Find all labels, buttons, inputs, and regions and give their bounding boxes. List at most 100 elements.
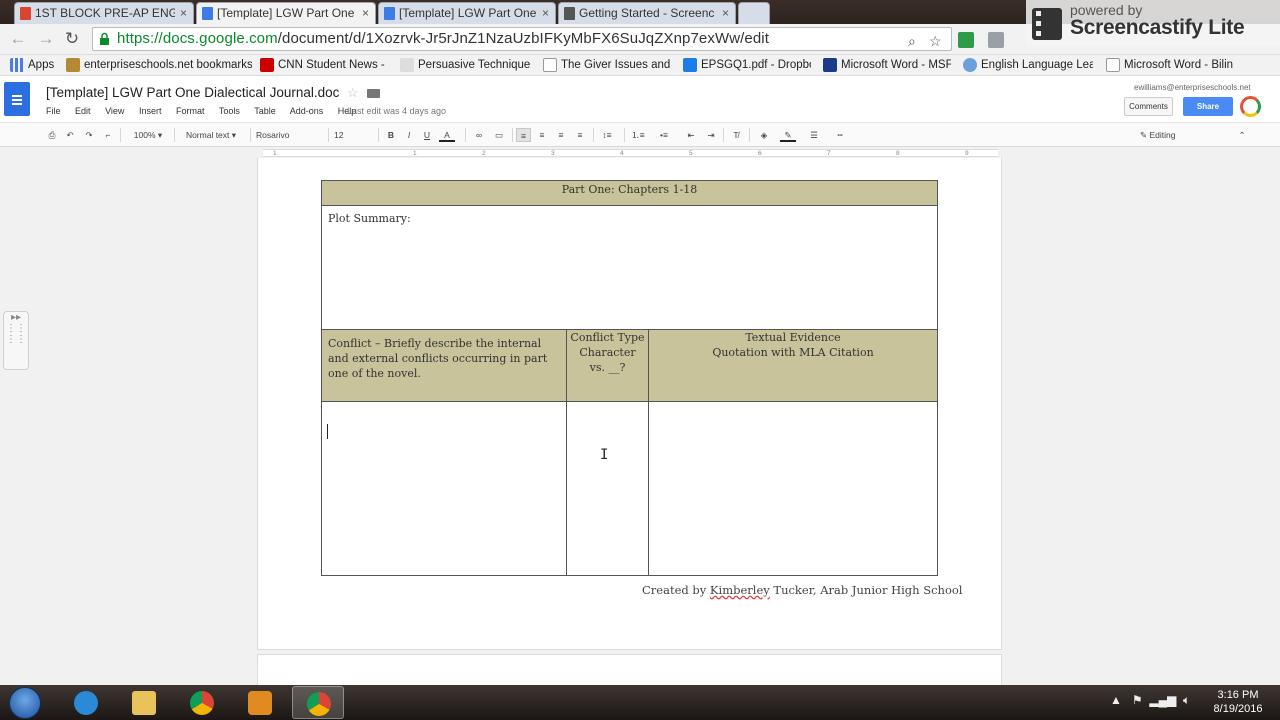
close-tab-icon[interactable]: × bbox=[362, 3, 369, 23]
forward-icon[interactable]: → bbox=[36, 29, 56, 49]
close-tab-icon[interactable]: × bbox=[180, 3, 187, 23]
menu-file[interactable]: File bbox=[46, 106, 61, 116]
collapse-menu-icon[interactable]: ⌃ bbox=[1236, 128, 1248, 142]
link-icon[interactable]: ∞ bbox=[472, 128, 486, 142]
menu-add-ons[interactable]: Add-ons bbox=[290, 106, 324, 116]
clear-formatting-icon[interactable]: T̸ bbox=[729, 128, 743, 142]
menu-table[interactable]: Table bbox=[254, 106, 276, 116]
comment-icon[interactable]: ▭ bbox=[492, 128, 506, 142]
flag-icon[interactable]: ⚑ bbox=[1132, 693, 1143, 707]
notifications-icon[interactable] bbox=[1240, 96, 1261, 117]
star-icon[interactable]: ☆ bbox=[347, 85, 359, 101]
underline-icon[interactable]: U bbox=[421, 128, 433, 142]
align-left-icon[interactable]: ≡ bbox=[516, 128, 531, 142]
browser-tab[interactable]: [Template] LGW Part One × bbox=[378, 2, 556, 24]
start-button-icon[interactable] bbox=[9, 687, 41, 719]
last-edit-status[interactable]: Last edit was 4 days ago bbox=[347, 106, 446, 116]
bold-icon[interactable]: B bbox=[385, 128, 397, 142]
bookmark-item[interactable]: The Giver Issues and T bbox=[543, 58, 671, 73]
taskbar-chrome[interactable] bbox=[176, 686, 228, 719]
show-hidden-icons-icon[interactable]: ▲ bbox=[1110, 693, 1122, 707]
text-color-icon[interactable]: A bbox=[439, 128, 455, 142]
document-page[interactable] bbox=[258, 655, 1001, 685]
style-select[interactable]: Normal text ▾ bbox=[180, 128, 242, 142]
extension-icon[interactable] bbox=[988, 32, 1004, 48]
conflict-type-header-cell[interactable]: Conflict Type Character vs. __? bbox=[566, 329, 649, 402]
bookmark-item[interactable]: Microsoft Word - Bilin bbox=[1106, 58, 1236, 73]
editing-mode-select[interactable]: ✎ Editing bbox=[1140, 128, 1222, 142]
browser-tab-active[interactable]: [Template] LGW Part One × bbox=[196, 2, 376, 24]
bookmark-star-icon[interactable]: ☆ bbox=[929, 33, 942, 50]
conflict-header-cell[interactable]: Conflict – Briefly describe the internal… bbox=[321, 329, 567, 402]
back-icon[interactable]: ← bbox=[8, 29, 28, 49]
evidence-header-cell[interactable]: Textual Evidence Quotation with MLA Cita… bbox=[648, 329, 938, 402]
evidence-entry-cell[interactable] bbox=[648, 401, 938, 576]
network-icon[interactable]: ▂▄▆ bbox=[1149, 693, 1176, 707]
bookmark-folder[interactable]: enterpriseschools.net bookmarks bbox=[66, 58, 252, 73]
paint-format-icon[interactable]: ⌐ bbox=[102, 128, 114, 142]
share-button[interactable]: Share bbox=[1183, 97, 1233, 116]
font-size-select[interactable]: 12 bbox=[334, 128, 370, 142]
menu-insert[interactable]: Insert bbox=[139, 106, 162, 116]
redo-icon[interactable]: ↷ bbox=[83, 128, 95, 142]
menu-format[interactable]: Format bbox=[176, 106, 205, 116]
document-page[interactable]: Part One: Chapters 1-18 Plot Summary: Co… bbox=[258, 158, 1001, 649]
ruler[interactable]: 1 1 2 3 4 5 6 7 8 9 bbox=[0, 147, 1280, 158]
globe-icon bbox=[963, 58, 977, 72]
document-title[interactable]: [Template] LGW Part One Dialectical Jour… bbox=[46, 85, 339, 100]
border-width-icon[interactable]: ☰ bbox=[806, 128, 822, 142]
browser-tab[interactable]: Getting Started - Screenc × bbox=[558, 2, 736, 24]
taskbar-ie[interactable] bbox=[60, 686, 112, 719]
bookmark-item[interactable]: Microsoft Word - MSF bbox=[823, 58, 951, 73]
align-justify-icon[interactable]: ≡ bbox=[573, 128, 587, 142]
bookmark-item[interactable]: CNN Student News - bbox=[260, 58, 388, 73]
bookmark-item[interactable]: English Language Lea bbox=[963, 58, 1093, 73]
plot-summary-cell[interactable]: Plot Summary: bbox=[321, 205, 938, 330]
classroom-extension-icon[interactable] bbox=[958, 32, 974, 48]
close-tab-icon[interactable]: × bbox=[542, 3, 549, 23]
taskbar-explorer[interactable] bbox=[118, 686, 170, 719]
table-title-cell[interactable]: Part One: Chapters 1-18 bbox=[321, 180, 938, 206]
new-tab-button[interactable] bbox=[738, 2, 770, 24]
reload-icon[interactable]: ↻ bbox=[62, 29, 82, 49]
close-tab-icon[interactable]: × bbox=[722, 3, 729, 23]
credit-line[interactable]: Created by Kimberley Tucker, Arab Junior… bbox=[642, 583, 962, 597]
account-email[interactable]: ewilliams@enterpriseschools.net bbox=[1134, 83, 1251, 92]
numbered-list-icon[interactable]: ⒈≡ bbox=[630, 128, 646, 142]
comments-button[interactable]: Comments bbox=[1124, 97, 1173, 116]
menu-tools[interactable]: Tools bbox=[219, 106, 240, 116]
border-color-icon[interactable]: ✎ bbox=[780, 128, 796, 142]
bulleted-list-icon[interactable]: •≡ bbox=[656, 128, 672, 142]
taskbar-chrome-active[interactable] bbox=[292, 686, 344, 719]
zoom-select[interactable]: 100% ▾ bbox=[128, 128, 168, 142]
undo-icon[interactable]: ↶ bbox=[64, 128, 76, 142]
print-icon[interactable]: ⎙ bbox=[46, 128, 58, 142]
menu-edit[interactable]: Edit bbox=[75, 106, 91, 116]
docs-icon bbox=[202, 7, 213, 20]
conflict-type-entry-cell[interactable] bbox=[566, 401, 649, 576]
line-spacing-icon[interactable]: ↕≡ bbox=[598, 128, 616, 142]
border-dash-icon[interactable]: ┅ bbox=[832, 128, 848, 142]
bookmark-apps[interactable]: Apps bbox=[10, 58, 58, 73]
docs-logo-icon[interactable] bbox=[4, 82, 30, 116]
bookmark-item[interactable]: EPSGQ1.pdf - Dropbo bbox=[683, 58, 811, 73]
misspelled-word[interactable]: Kimberley bbox=[710, 583, 770, 597]
conflict-entry-cell[interactable] bbox=[321, 401, 567, 576]
bookmark-item[interactable]: Persuasive Technique bbox=[400, 58, 530, 73]
sidebar-handle[interactable]: ▸▸ ⋮⋮ ⋮⋮ bbox=[3, 311, 29, 370]
taskbar-media[interactable] bbox=[234, 686, 286, 719]
menu-view[interactable]: View bbox=[105, 106, 124, 116]
decrease-indent-icon[interactable]: ⇤ bbox=[684, 128, 698, 142]
align-right-icon[interactable]: ≡ bbox=[554, 128, 568, 142]
volume-icon[interactable]: 🔈︎ bbox=[1183, 693, 1190, 707]
align-center-icon[interactable]: ≡ bbox=[535, 128, 549, 142]
address-bar[interactable]: https://docs.google.com/document/d/1Xozr… bbox=[92, 27, 952, 51]
italic-icon[interactable]: I bbox=[403, 128, 415, 142]
folder-icon[interactable] bbox=[367, 89, 380, 98]
taskbar-clock[interactable]: 3:16 PM 8/19/2016 bbox=[1203, 688, 1273, 716]
font-select[interactable]: Rosarivo bbox=[256, 128, 320, 142]
cell-fill-icon[interactable]: ◈ bbox=[755, 128, 773, 142]
browser-tab[interactable]: 1ST BLOCK PRE-AP ENGLI × bbox=[14, 2, 194, 24]
search-icon[interactable]: ⌕ bbox=[908, 33, 916, 50]
increase-indent-icon[interactable]: ⇥ bbox=[704, 128, 718, 142]
